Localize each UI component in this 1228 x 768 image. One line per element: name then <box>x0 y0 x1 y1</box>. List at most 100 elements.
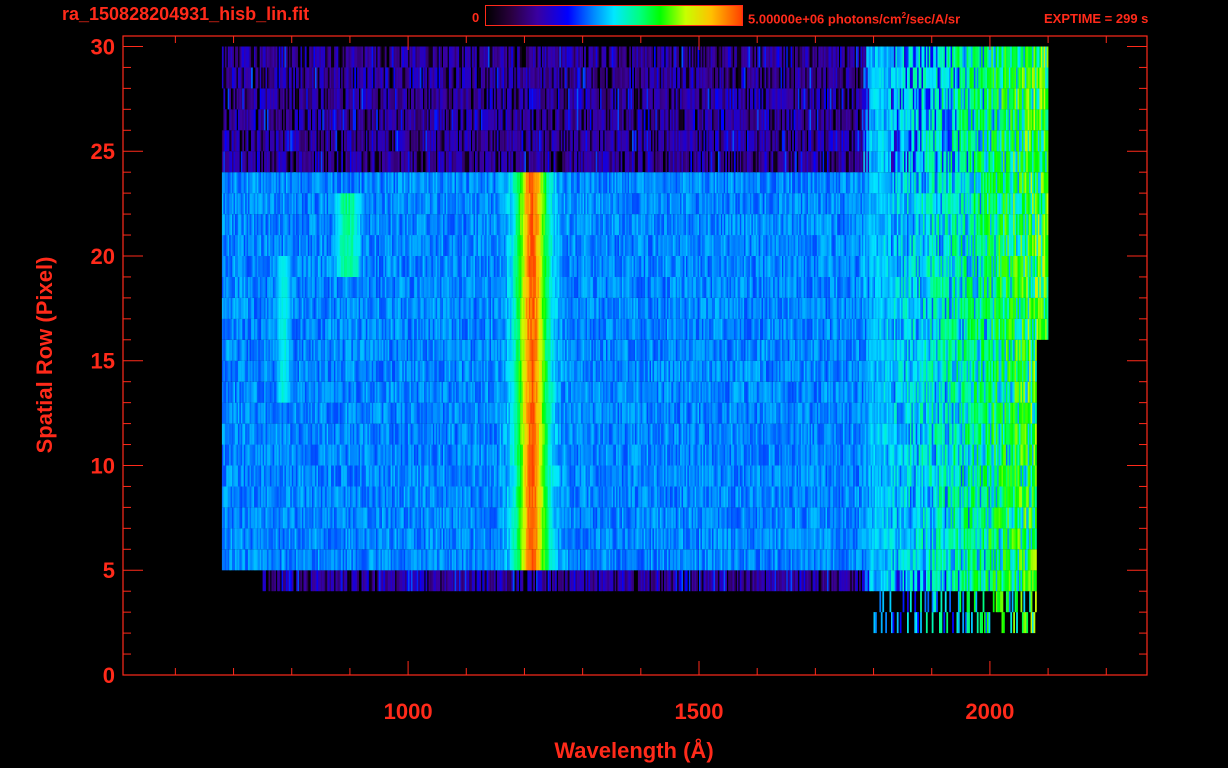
heatmap-cell <box>962 612 965 634</box>
heatmap-cell <box>1035 444 1037 466</box>
heatmap-cell <box>696 570 698 592</box>
heatmap-cell <box>1033 612 1036 634</box>
heatmap-cell <box>1035 507 1037 529</box>
heatmap-cell <box>1010 612 1013 634</box>
heatmap-cell <box>1023 591 1026 613</box>
heatmap-cell <box>920 591 922 613</box>
heatmap-cell <box>307 570 310 592</box>
heatmap-cell <box>880 612 883 634</box>
heatmap-cell <box>988 612 991 634</box>
heatmap-cell <box>1035 528 1037 550</box>
heatmap-cell <box>763 570 765 592</box>
heatmap-cell <box>957 612 960 634</box>
heatmap-cell <box>944 591 947 613</box>
heatmap-cell <box>924 591 927 613</box>
heatmap-cell <box>1035 486 1037 508</box>
heatmap-cell <box>1016 612 1018 634</box>
heatmap-cell <box>278 570 281 592</box>
heatmap-cell <box>264 570 266 592</box>
heatmap-cell <box>1035 549 1037 571</box>
heatmap-cell <box>748 570 751 592</box>
heatmap-cell <box>517 570 519 592</box>
heatmap-cell <box>962 591 965 613</box>
heatmap-cell <box>1030 591 1033 613</box>
heatmap-cell <box>940 612 943 634</box>
heatmap-cell <box>1035 423 1037 445</box>
heatmap-cell <box>949 591 951 613</box>
heatmap-cell <box>373 570 375 592</box>
heatmap-cell <box>909 591 912 613</box>
heatmap-cell <box>971 612 973 634</box>
heatmap-cell <box>479 570 482 592</box>
heatmap-cell <box>917 612 919 634</box>
heatmap-cell <box>632 570 634 592</box>
heatmap-cell <box>438 570 441 592</box>
heatmap-cell <box>595 570 598 592</box>
heatmap-cell <box>661 570 663 592</box>
heatmap-cell <box>1035 570 1037 592</box>
heatmap-cell <box>700 570 703 592</box>
heatmap-cell <box>1011 591 1014 613</box>
heatmap-cell <box>982 591 985 613</box>
heatmap-cell <box>493 570 496 592</box>
heatmap-cell <box>882 591 885 613</box>
heatmap-cell <box>300 570 303 592</box>
heatmap-cell <box>512 570 515 592</box>
heatmap-cell <box>851 570 854 592</box>
heatmap-cell <box>1016 591 1018 613</box>
heatmap-cell <box>725 570 727 592</box>
heatmap-cell <box>920 612 922 634</box>
heatmap-cell <box>274 570 277 592</box>
heatmap-cell <box>907 591 909 613</box>
heatmap-cell <box>902 591 905 613</box>
heatmap-cell <box>1035 465 1037 487</box>
heatmap-cell <box>992 591 995 613</box>
heatmap-layer <box>221 46 1049 634</box>
heatmap-cell <box>907 612 909 634</box>
heatmap-cell <box>291 570 294 592</box>
heatmap-cell <box>1020 591 1023 613</box>
heatmap-cell <box>875 612 877 634</box>
heatmap-cell <box>816 570 819 592</box>
heatmap-cell <box>943 612 946 634</box>
heatmap-cell <box>1013 612 1015 634</box>
heatmap-cell <box>1003 612 1005 634</box>
heatmap-cell <box>323 570 326 592</box>
heatmap-cell <box>1035 591 1037 613</box>
heatmap-cell <box>658 570 661 592</box>
heatmap-cell <box>809 570 812 592</box>
heatmap-cell <box>533 570 535 592</box>
heatmap-cell <box>611 570 614 592</box>
heatmap-cell <box>742 570 745 592</box>
heatmap-cell <box>889 591 892 613</box>
heatmap-cell <box>685 570 688 592</box>
heatmap-cell <box>348 570 351 592</box>
heatmap-cell <box>981 612 983 634</box>
heatmap-cell <box>1001 591 1004 613</box>
heatmap-cell <box>879 591 882 613</box>
heatmap-cell <box>473 570 476 592</box>
heatmap-cell <box>345 570 348 592</box>
heatmap-cell <box>549 570 551 592</box>
heatmap-cell <box>856 570 858 592</box>
heatmap-cell <box>940 591 943 613</box>
heatmap-cell <box>1026 612 1029 634</box>
heatmap-cell <box>968 612 970 634</box>
spectrogram-chart: 1000 1500 2000051015202530 Wavelength (Å) … <box>32 34 1148 763</box>
heatmap-cell <box>975 591 978 613</box>
heatmap-cell <box>892 612 895 634</box>
heatmap-cell <box>332 570 335 592</box>
heatmap-cell <box>357 570 359 592</box>
heatmap-cell <box>425 570 428 592</box>
heatmap-cell <box>1008 591 1011 613</box>
heatmap-cell <box>422 570 425 592</box>
heatmap-cell <box>733 570 736 592</box>
heatmap-cell <box>968 591 970 613</box>
heatmap-cell <box>976 612 979 634</box>
heatmap-cell <box>936 591 938 613</box>
heatmap-cell <box>925 612 928 634</box>
heatmap-cell <box>885 612 887 634</box>
heatmap-cell <box>521 570 524 592</box>
heatmap-cell <box>896 612 899 634</box>
heatmap-cell <box>268 570 271 592</box>
